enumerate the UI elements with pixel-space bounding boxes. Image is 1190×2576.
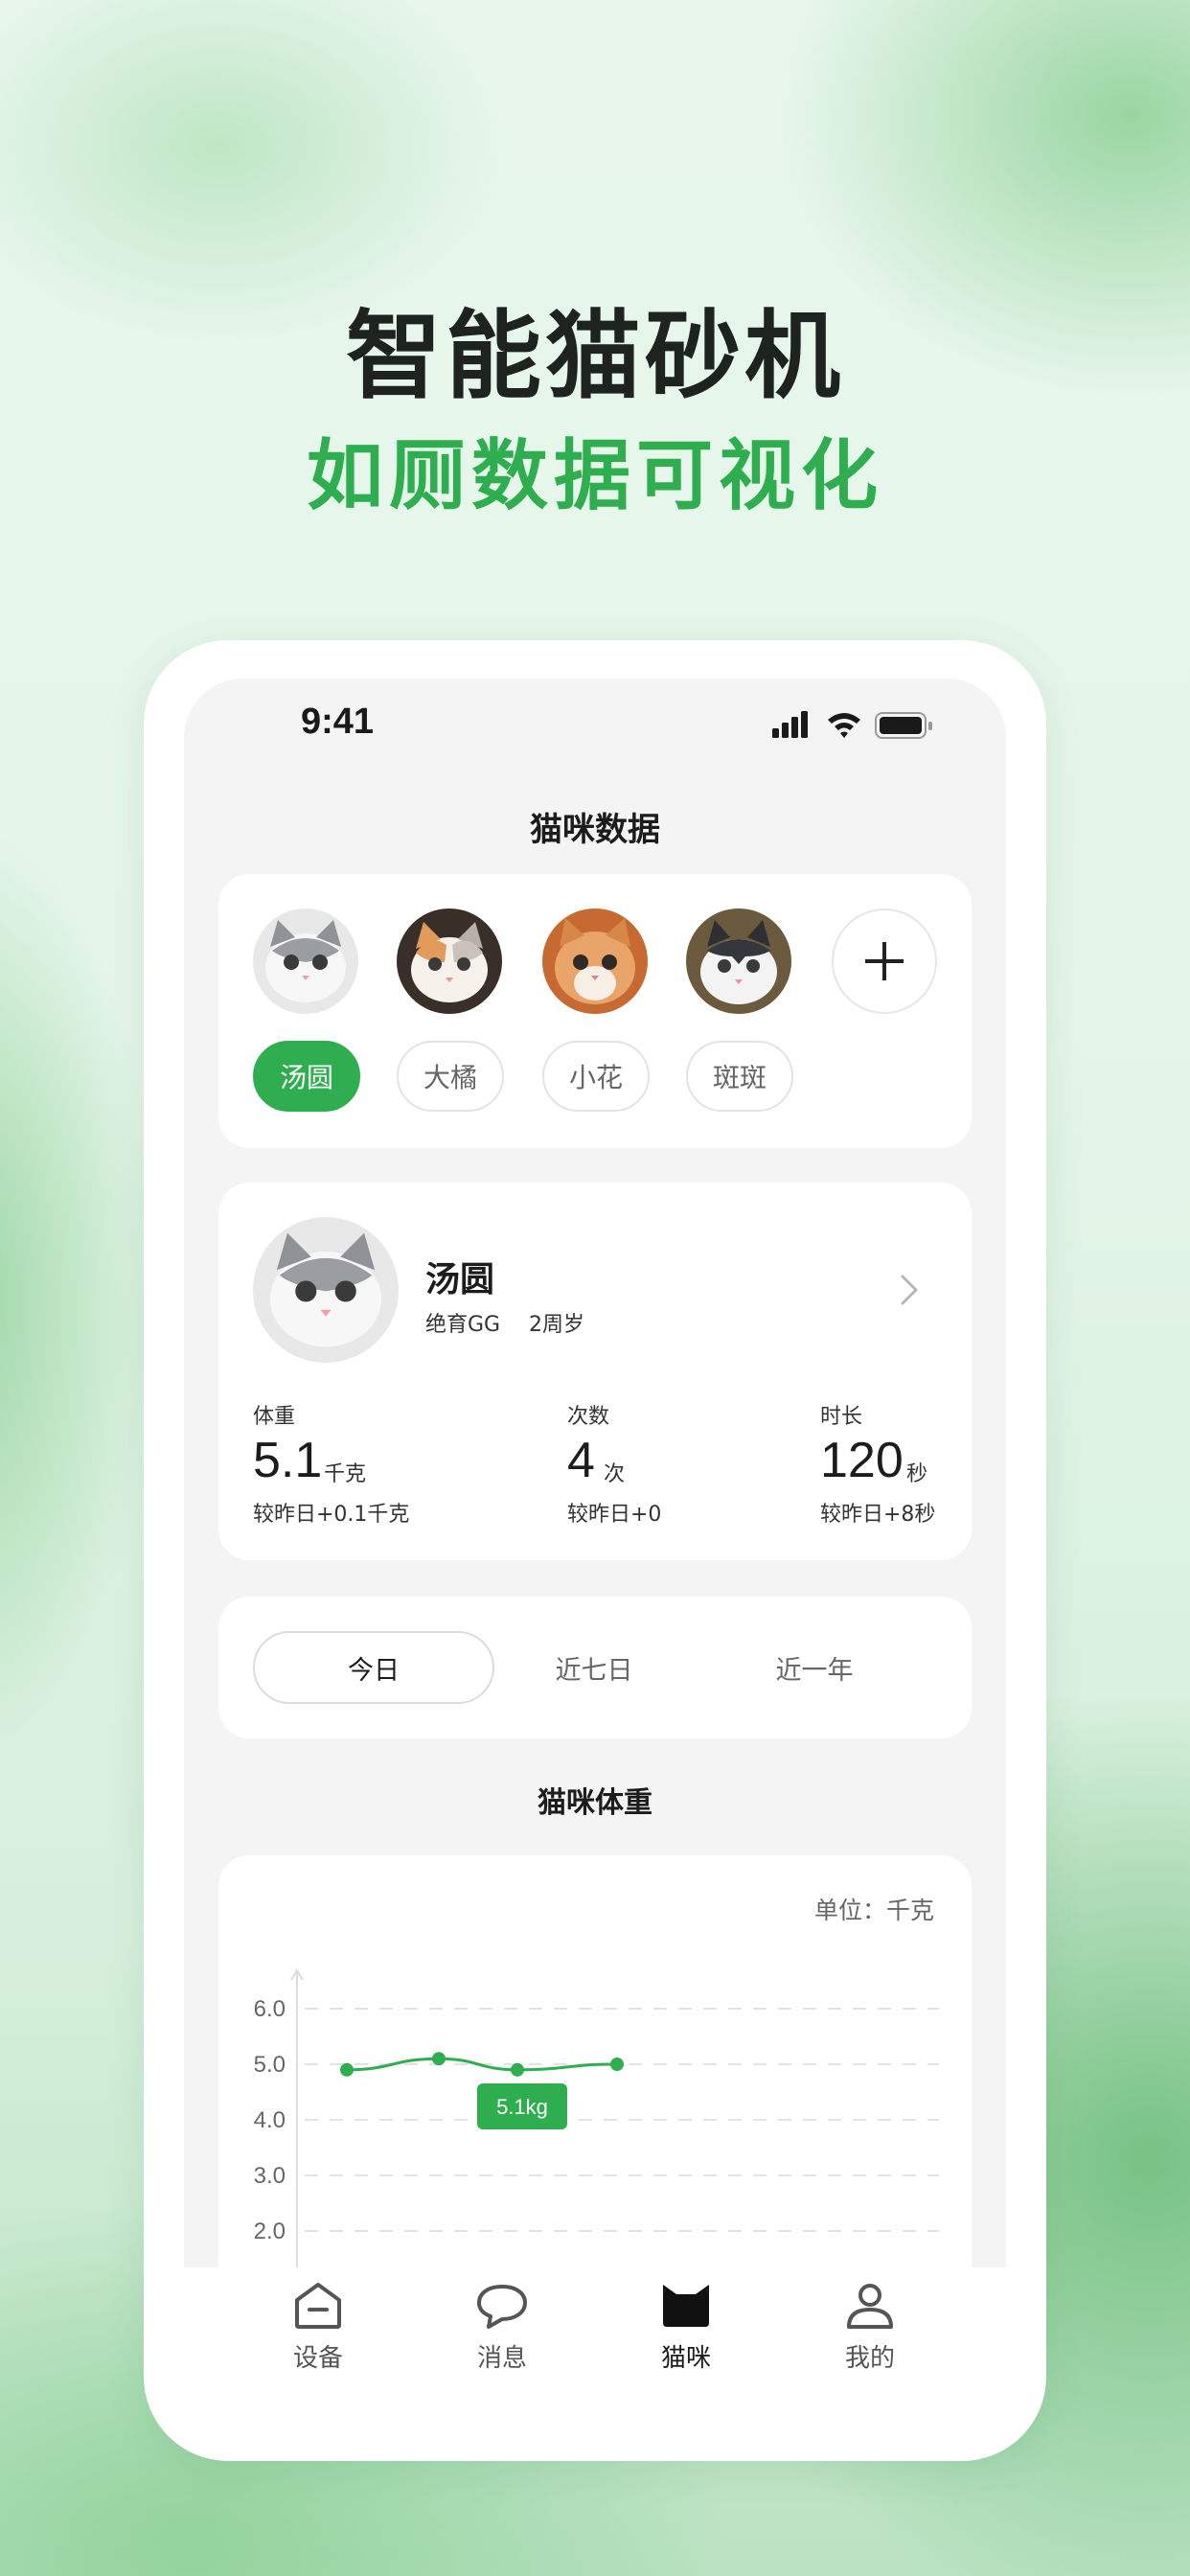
cat-avatar-1[interactable]	[253, 908, 358, 1014]
y-tick-label: 2.0	[254, 2219, 286, 2244]
battery-icon	[875, 712, 932, 739]
user-icon	[847, 2284, 893, 2329]
tab-year[interactable]: 近一年	[738, 1631, 891, 1704]
stat-duration-compare: 较昨日+8秒	[820, 1503, 936, 1527]
y-tick-label: 5.0	[254, 2052, 286, 2078]
stat-count-unit: 次	[604, 1462, 626, 1486]
data-point[interactable]	[340, 2062, 354, 2077]
stat-duration-value: 120	[820, 1433, 904, 1488]
status-time: 9:41	[301, 702, 375, 742]
stat-count-label: 次数	[567, 1405, 610, 1429]
cat-chip-4[interactable]: 斑斑	[686, 1041, 793, 1112]
plus-icon	[865, 942, 904, 980]
stat-duration-label: 时长	[820, 1405, 863, 1429]
chart-unit-label: 单位：千克	[814, 1897, 935, 1924]
y-tick-label: 6.0	[254, 1996, 286, 2022]
signal-icon	[772, 711, 808, 738]
chevron-right-icon[interactable]	[899, 1271, 922, 1309]
cat-chip-3[interactable]: 小花	[542, 1041, 650, 1112]
weight-line-chart: 6.0 5.0 4.0 3.0 2.0 5.1kg	[254, 1968, 939, 2271]
nav-device-label: 设备	[292, 2344, 343, 2373]
chart-tooltip: 5.1kg	[477, 2083, 567, 2129]
cat-avatar-4[interactable]	[686, 908, 791, 1014]
stat-count-value: 4	[567, 1433, 595, 1488]
cat-avatar-3[interactable]	[542, 908, 648, 1014]
weight-section-title: 猫咪体重	[538, 1786, 652, 1820]
profile-name: 汤圆	[425, 1260, 495, 1300]
nav-me[interactable]: 我的	[812, 2281, 927, 2374]
tab-week[interactable]: 近七日	[517, 1631, 671, 1704]
series-line	[346, 2057, 618, 2072]
nav-message-label: 消息	[476, 2344, 527, 2373]
headline-subtitle: 如厕数据可视化	[307, 431, 883, 520]
profile-tag-neutered: 绝育GG	[425, 1313, 501, 1337]
cat-avatar-2[interactable]	[397, 908, 502, 1014]
nav-message[interactable]: 消息	[445, 2281, 560, 2374]
cat-chip-1[interactable]: 汤圆	[253, 1041, 360, 1112]
data-point[interactable]	[511, 2062, 524, 2077]
cat-chip-2[interactable]: 大橘	[397, 1041, 504, 1112]
tab-today[interactable]: 今日	[253, 1631, 494, 1704]
headline-title: 智能猫砂机	[346, 300, 844, 412]
cat-icon	[663, 2285, 709, 2327]
nav-cat-label: 猫咪	[660, 2344, 711, 2373]
nav-device[interactable]: 设备	[261, 2281, 376, 2374]
home-icon	[295, 2283, 341, 2329]
y-tick-label: 3.0	[254, 2163, 286, 2189]
status-icons	[772, 711, 932, 739]
nav-cat[interactable]: 猫咪	[629, 2281, 744, 2374]
stat-weight-label: 体重	[253, 1405, 296, 1429]
stat-duration-unit: 秒	[906, 1462, 928, 1486]
message-icon	[477, 2285, 527, 2329]
page-title: 猫咪数据	[530, 811, 660, 849]
y-tick-label: 4.0	[254, 2107, 286, 2133]
stat-weight-compare: 较昨日+0.1千克	[253, 1503, 410, 1527]
add-cat-button[interactable]	[832, 908, 937, 1014]
tooltip-label: 5.1kg	[496, 2095, 548, 2119]
stat-weight-value: 5.1	[253, 1433, 323, 1488]
profile-avatar	[253, 1217, 399, 1363]
data-point[interactable]	[432, 2052, 446, 2066]
nav-me-label: 我的	[844, 2344, 895, 2373]
stat-count-compare: 较昨日+0	[567, 1503, 662, 1527]
stat-weight-unit: 千克	[324, 1462, 367, 1486]
profile-tag-age: 2周岁	[529, 1313, 584, 1337]
data-point[interactable]	[610, 2058, 624, 2071]
wifi-icon	[828, 713, 860, 738]
